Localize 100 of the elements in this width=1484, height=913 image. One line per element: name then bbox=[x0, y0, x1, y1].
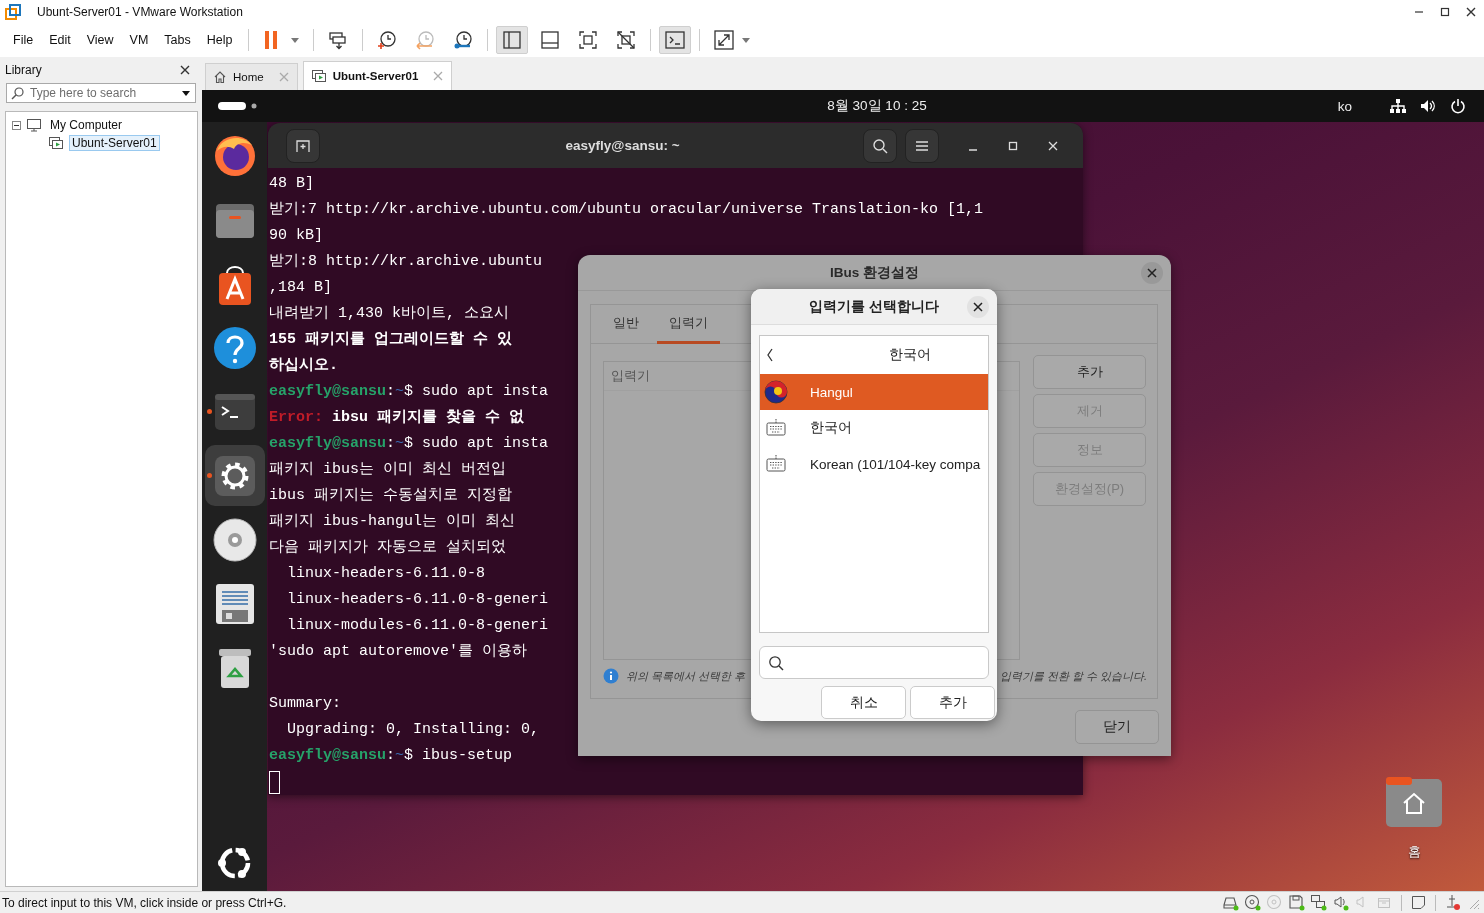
clock-plus-icon bbox=[376, 29, 399, 51]
dialog-button[interactable]: 취소 bbox=[821, 686, 906, 719]
close-icon[interactable] bbox=[178, 63, 192, 77]
back-icon[interactable] bbox=[766, 348, 774, 362]
window-title: Ubunt-Server01 - VMware Workstation bbox=[37, 4, 244, 19]
crossed-frame-icon bbox=[615, 29, 638, 51]
menu-item[interactable]: Tabs bbox=[156, 33, 199, 47]
disc-icon[interactable] bbox=[1244, 894, 1261, 911]
search-icon bbox=[768, 654, 784, 671]
terminal-line: ibus 패키지는 수동설치로 지정합 bbox=[269, 486, 512, 506]
tree-item[interactable]: Ubunt-Server01 bbox=[69, 135, 160, 151]
close-button[interactable] bbox=[967, 296, 989, 318]
network-icon bbox=[1390, 99, 1406, 113]
clock-wrench-icon bbox=[452, 29, 475, 51]
terminal-line: Upgrading: 0, Installing: 0, bbox=[286, 720, 540, 740]
close-dialog-button[interactable]: 닫기 bbox=[1075, 710, 1159, 744]
menu-item[interactable]: File bbox=[5, 33, 42, 47]
tab[interactable]: Home bbox=[205, 63, 298, 90]
power-icon bbox=[1450, 98, 1466, 114]
console-button[interactable] bbox=[659, 26, 692, 54]
full-frame-icon bbox=[577, 29, 600, 51]
sidebar-layout-icon bbox=[501, 29, 524, 51]
list-item[interactable]: Korean (101/104-key compa bbox=[760, 446, 988, 482]
new-tab-icon bbox=[295, 137, 311, 154]
menu-item[interactable]: Help bbox=[198, 33, 241, 47]
floppy-icon[interactable] bbox=[1288, 894, 1305, 911]
home-icon bbox=[213, 70, 227, 84]
tab[interactable]: 입력기 bbox=[657, 305, 720, 344]
terminal-line: Error: ibsu 패키지를 찾을 수 없 bbox=[269, 408, 525, 428]
terminal-line: 받기:8 http://kr.archive.ubuntu bbox=[269, 252, 543, 272]
dock-item[interactable] bbox=[204, 445, 265, 506]
clock-back-icon bbox=[414, 29, 437, 51]
usb-icon[interactable] bbox=[1444, 894, 1461, 911]
close-button[interactable] bbox=[1141, 262, 1163, 284]
network-icon[interactable] bbox=[1310, 894, 1327, 911]
taegeuk-icon bbox=[764, 380, 788, 404]
window-title: easyfly@sansu: ~ bbox=[564, 138, 681, 153]
bottom-panel-icon bbox=[539, 29, 562, 51]
caret-icon bbox=[181, 89, 191, 97]
search-icon bbox=[11, 86, 24, 100]
console-icon bbox=[664, 29, 687, 51]
caret-icon bbox=[290, 36, 301, 44]
terminal-line: 패키지 ibus는 이미 최신 버전입 bbox=[269, 460, 506, 480]
close-icon bbox=[1146, 267, 1158, 279]
menu-button[interactable] bbox=[905, 128, 939, 163]
menu-item[interactable]: VM bbox=[121, 33, 157, 47]
vm-icon bbox=[48, 136, 64, 150]
clock[interactable]: 8월 30일 10 : 25 bbox=[759, 97, 927, 115]
terminal-line: 내려받기 1,430 k바이트, 소요시 bbox=[269, 304, 509, 324]
terminal-line: Summary: bbox=[269, 694, 341, 714]
search-icon bbox=[872, 137, 888, 154]
terminal-line: ,184 B] bbox=[269, 278, 332, 298]
new-tab-button[interactable] bbox=[286, 128, 320, 163]
dialog-button[interactable]: 추가 bbox=[1033, 355, 1146, 389]
input-source-indicator[interactable]: ko bbox=[1337, 98, 1352, 114]
menu-item[interactable]: Edit bbox=[41, 33, 79, 47]
terminal-line: easyfly@sansu:~$ ibus-setup bbox=[269, 746, 513, 766]
vm-icon bbox=[310, 69, 327, 83]
terminal-line: 받기:7 http://kr.archive.ubuntu.com/ubuntu oracular/universe Translation-ko [1,1 bbox=[269, 200, 984, 220]
disc-icon bbox=[211, 516, 258, 563]
status-text: To direct input to this VM, click inside or press Ctrl+G. bbox=[2, 895, 288, 910]
terminal-line: linux-headers-6.11.0-8-generi bbox=[286, 590, 549, 610]
menu-item[interactable]: View bbox=[78, 33, 122, 47]
terminal-line: 다음 패키지가 자동으로 설치되었 bbox=[269, 538, 506, 558]
list-item[interactable]: 한국어 bbox=[760, 410, 988, 446]
tab[interactable]: 일반 bbox=[601, 305, 651, 344]
help-icon bbox=[211, 324, 258, 371]
list-heading: 한국어 bbox=[888, 346, 932, 364]
expand-icon bbox=[713, 29, 736, 51]
search-field[interactable]: Type here to search bbox=[6, 83, 196, 103]
text-cursor bbox=[269, 770, 280, 794]
terminal-line: 패키지 ibus-hangul는 이미 최신 bbox=[269, 512, 516, 532]
dialog-title: IBus 환경설정 bbox=[830, 263, 919, 282]
search-field[interactable] bbox=[759, 646, 989, 679]
app-logo-icon bbox=[5, 3, 21, 20]
hint-text: 위의 목록에서 선택한 후 bbox=[626, 668, 746, 684]
library-view-button[interactable] bbox=[496, 26, 529, 54]
workspace-indicator-icon[interactable] bbox=[218, 101, 258, 111]
note-icon[interactable] bbox=[1410, 894, 1427, 911]
terminal-line: easyfly@sansu:~$ sudo apt insta bbox=[269, 434, 549, 454]
tab[interactable]: Ubunt-Server01 bbox=[302, 61, 453, 90]
computer-icon bbox=[26, 118, 42, 132]
volume-icon bbox=[1420, 99, 1436, 113]
desktop-icon-label[interactable]: 홈 bbox=[1407, 843, 1421, 861]
speaker-icon[interactable] bbox=[1332, 894, 1349, 911]
info-icon bbox=[603, 668, 619, 684]
terminal-line: 하십시오. bbox=[269, 356, 338, 376]
close-icon bbox=[972, 301, 984, 313]
terminal-line: 'sudo apt autoremove'를 이용하 bbox=[269, 642, 528, 662]
home-folder-icon bbox=[1386, 777, 1442, 827]
terminal-line: 155 패키지를 업그레이드할 수 있 bbox=[269, 330, 512, 350]
terminal-line: 48 B] bbox=[269, 174, 314, 194]
search-button[interactable] bbox=[863, 128, 897, 163]
panel-title: Library bbox=[5, 63, 42, 77]
terminal-line: 90 kB] bbox=[269, 226, 323, 246]
list-item[interactable]: Hangul bbox=[760, 374, 988, 410]
dialog-button[interactable]: 추가 bbox=[910, 686, 995, 719]
tree-item[interactable]: My Computer bbox=[47, 117, 126, 133]
terminal-line: linux-modules-6.11.0-8-generi bbox=[286, 616, 549, 636]
caret-icon bbox=[741, 36, 752, 44]
